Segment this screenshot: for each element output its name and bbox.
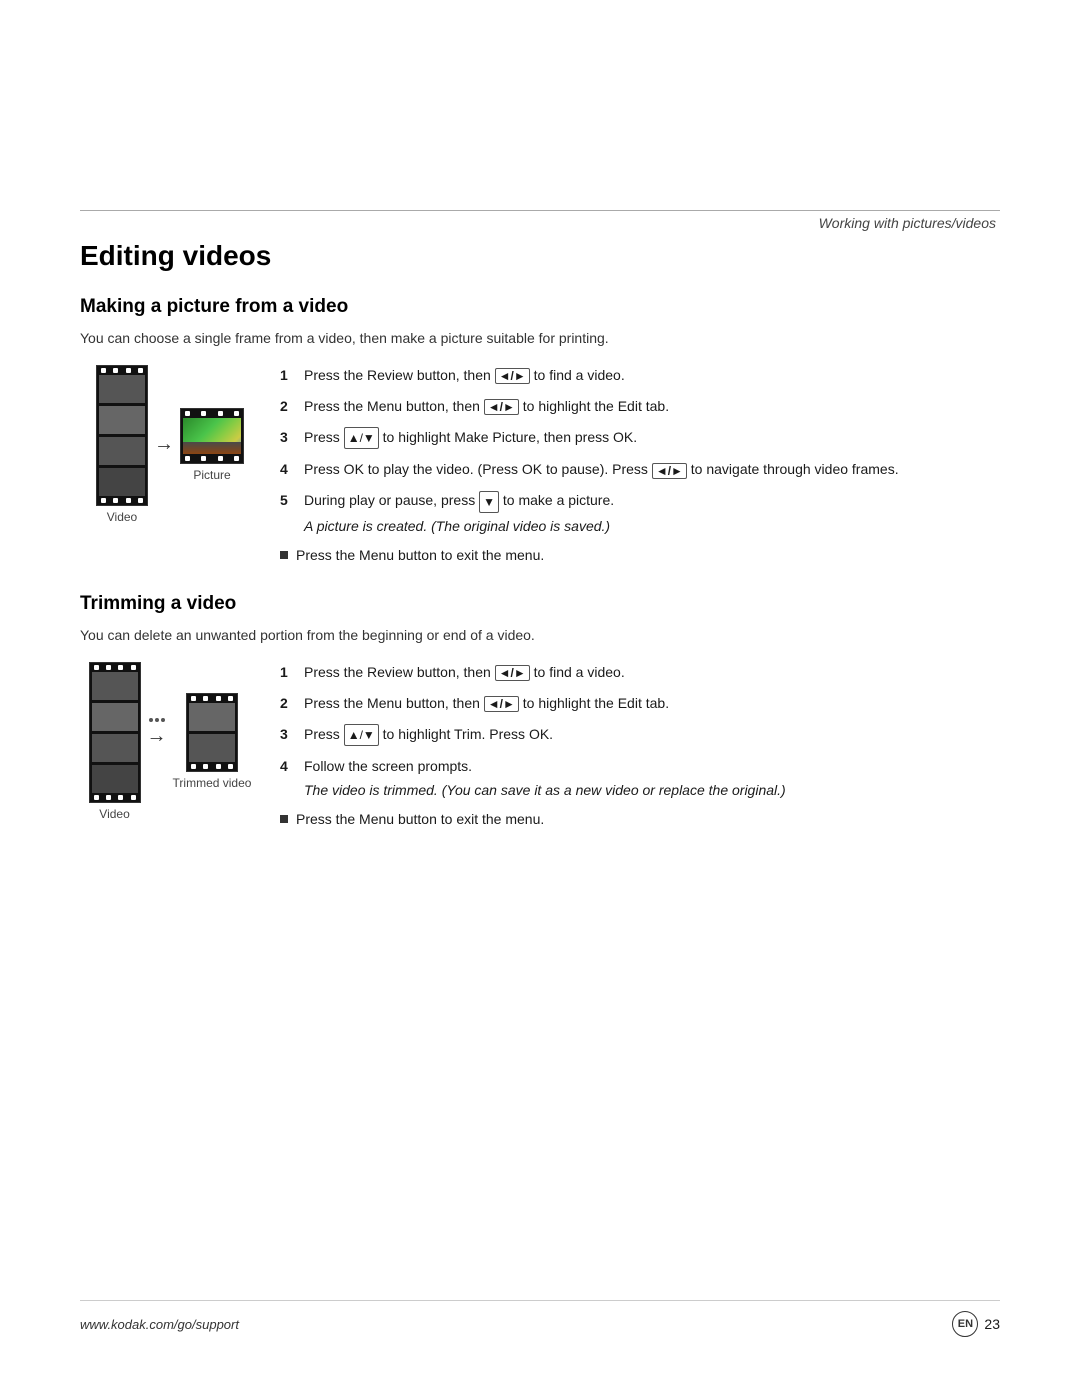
ud-arrows-3: ▲/▼ (344, 427, 379, 449)
trim-step-1: 1 Press the Review button, then ◄/► to f… (280, 662, 1000, 683)
video-filmstrip (96, 365, 148, 506)
video-label: Video (107, 510, 137, 524)
section1-steps: 1 Press the Review button, then ◄/► to f… (280, 365, 1000, 563)
section1-body: Video → (80, 365, 1000, 563)
picture-filmstrip (180, 408, 244, 464)
lang-badge: EN (952, 1311, 978, 1337)
section2-image: Video → (80, 662, 260, 829)
section1-bullet: Press the Menu button to exit the menu. (280, 547, 1000, 563)
footer: www.kodak.com/go/support EN 23 (80, 1300, 1000, 1337)
page-number: 23 (984, 1316, 1000, 1332)
step-3: 3 Press ▲/▼ to highlight Make Picture, t… (280, 427, 1000, 449)
trim-video-filmstrip (89, 662, 141, 803)
step-1: 1 Press the Review button, then ◄/► to f… (280, 365, 1000, 386)
lr-arrows-4: ◄/► (652, 463, 687, 479)
section2-heading: Trimming a video (80, 593, 1000, 615)
section2-body: Video → (80, 662, 1000, 829)
trimmed-video-filmstrip (186, 693, 238, 772)
section2-illustration: Video → (89, 662, 252, 821)
section1-image: Video → (80, 365, 260, 563)
trim-bullet-icon (280, 815, 288, 823)
lr-arrows-1: ◄/► (495, 368, 530, 384)
down-arrow-5: ▼ (479, 491, 499, 513)
footer-page-info: EN 23 (952, 1311, 1000, 1337)
section1-heading: Making a picture from a video (80, 296, 1000, 318)
trim-arrow-icon: → (147, 725, 167, 748)
lr-arrows-2: ◄/► (484, 399, 519, 415)
lr-arrows-t2: ◄/► (484, 696, 519, 712)
section2-bullet: Press the Menu button to exit the menu. (280, 811, 1000, 827)
section2-steps: 1 Press the Review button, then ◄/► to f… (280, 662, 1000, 829)
trim-step4-italic: The video is trimmed. (You can save it a… (304, 780, 1000, 801)
trim-step-4: 4 Follow the screen prompts. The video i… (280, 756, 1000, 801)
step-5: 5 During play or pause, press ▼ to make … (280, 490, 1000, 536)
footer-url: www.kodak.com/go/support (80, 1317, 239, 1332)
trim-step-2: 2 Press the Menu button, then ◄/► to hig… (280, 693, 1000, 714)
arrow-right-icon: → (154, 433, 174, 456)
step5-italic: A picture is created. (The original vide… (304, 516, 1000, 537)
lr-arrows-t1: ◄/► (495, 665, 530, 681)
section1-bullet-text: Press the Menu button to exit the menu. (296, 547, 544, 563)
trimmed-video-label: Trimmed video (173, 776, 252, 790)
step-4: 4 Press OK to play the video. (Press OK … (280, 459, 1000, 480)
trim-step-3: 3 Press ▲/▼ to highlight Trim. Press OK. (280, 724, 1000, 746)
ud-arrows-t3: ▲/▼ (344, 724, 379, 746)
trim-video-label: Video (99, 807, 129, 821)
step-2: 2 Press the Menu button, then ◄/► to hig… (280, 396, 1000, 417)
section2-bullet-text: Press the Menu button to exit the menu. (296, 811, 544, 827)
section2-intro: You can delete an unwanted portion from … (80, 625, 1000, 646)
bullet-icon (280, 551, 288, 559)
section-header-title: Working with pictures/videos (80, 215, 1000, 231)
section1-intro: You can choose a single frame from a vid… (80, 328, 1000, 349)
page-title: Editing videos (80, 240, 1000, 272)
header-rule (80, 210, 1000, 211)
picture-label: Picture (193, 468, 230, 482)
section1-illustration: Video → (96, 365, 244, 524)
